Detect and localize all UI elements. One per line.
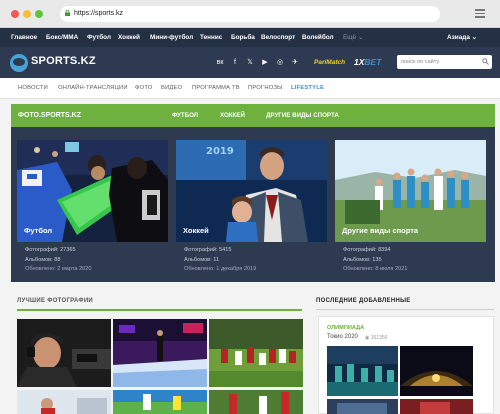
close-window-button[interactable] bbox=[11, 10, 19, 18]
search-input[interactable]: поиск по сайту bbox=[397, 55, 492, 69]
city-selector[interactable]: Азиада ⌄ bbox=[447, 28, 477, 47]
top-navigation: Главное Бокс/ММА Футбол Хоккей Мини-футб… bbox=[0, 28, 500, 47]
nav-item-wrestling[interactable]: Борьба bbox=[231, 28, 255, 47]
card-meta-hockey: Фотографий: 5415 Альбомов: 11 Обновлено:… bbox=[184, 246, 256, 275]
instagram-icon[interactable]: ◎ bbox=[276, 59, 284, 67]
card-caption: Хоккей bbox=[183, 226, 209, 235]
vk-icon[interactable]: вк bbox=[216, 59, 224, 67]
recent-title: ПОСЛЕДНИЕ ДОБАВЛЕННЫЕ bbox=[316, 298, 411, 304]
nav-item-football[interactable]: Футбол bbox=[87, 28, 111, 47]
card-caption: Другие виды спорта bbox=[342, 226, 419, 235]
address-bar[interactable]: https://sports.kz bbox=[60, 6, 440, 22]
section-navigation: НОВОСТИ ОНЛАЙН-ТРАНСЛЯЦИИ ФОТО ВИДЕО ПРО… bbox=[0, 78, 500, 99]
nav-item-more[interactable]: Ещё ⌄ bbox=[343, 28, 363, 47]
section-photo[interactable]: ФОТО bbox=[135, 78, 153, 99]
nav-item-minifootball[interactable]: Мини-футбол bbox=[150, 28, 193, 47]
category-card-hockey[interactable]: 2019 Хоккей bbox=[176, 140, 327, 242]
category-card-football[interactable]: Футбол bbox=[17, 140, 168, 242]
1xbet-logo[interactable]: 1XBET bbox=[354, 57, 381, 67]
card-caption: Футбол bbox=[24, 226, 53, 235]
section-forecasts[interactable]: ПРОГНОЗЫ bbox=[248, 78, 282, 99]
section-video[interactable]: ВИДЕО bbox=[161, 78, 182, 99]
nav-item-hockey[interactable]: Хоккей bbox=[118, 28, 140, 47]
browser-toolbar: https://sports.kz bbox=[0, 0, 500, 28]
photos-count: Фотографий: 27365 bbox=[25, 247, 76, 253]
site-logo[interactable]: SPORTS.KZ bbox=[31, 55, 96, 67]
recent-photo-thumb[interactable] bbox=[327, 399, 398, 414]
updated-date: Обновлено: 2 марта 2020 bbox=[25, 266, 92, 272]
minimize-window-button[interactable] bbox=[23, 10, 31, 18]
tab-other-sports[interactable]: ДРУГИЕ ВИДЫ СПОРТА bbox=[266, 104, 339, 127]
albums-count: Альбомов: 88 bbox=[25, 256, 61, 263]
category-card-other-sports[interactable]: Другие виды спорта bbox=[335, 140, 486, 242]
best-photo-thumb[interactable] bbox=[209, 319, 303, 387]
browser-menu-icon[interactable] bbox=[475, 9, 485, 18]
best-photo-thumb[interactable] bbox=[209, 390, 303, 414]
albums-count: Альбомов: 135 bbox=[343, 256, 382, 263]
browser-window: https://sports.kz Главное Бокс/ММА Футбо… bbox=[0, 0, 500, 414]
svg-text:2019: 2019 bbox=[206, 146, 234, 157]
chevron-down-icon: ⌄ bbox=[471, 34, 478, 41]
x-twitter-icon[interactable]: 𝕏 bbox=[246, 59, 254, 67]
recent-divider bbox=[316, 309, 494, 310]
url-text: https://sports.kz bbox=[74, 10, 124, 17]
best-photo-thumb[interactable] bbox=[17, 390, 111, 414]
photos-count: Фотографий: 5415 bbox=[184, 247, 232, 253]
search-icon[interactable] bbox=[482, 58, 489, 65]
photos-count: Фотографий: 8394 bbox=[343, 247, 391, 253]
recent-album-name[interactable]: Токио 2020 bbox=[327, 334, 358, 340]
best-photo-thumb[interactable] bbox=[113, 390, 207, 414]
youtube-icon[interactable]: ▶ bbox=[261, 59, 269, 67]
nav-item-volleyball[interactable]: Волейбол bbox=[302, 28, 334, 47]
facebook-icon[interactable]: f bbox=[231, 59, 239, 67]
card-meta-football: Фотографий: 27365 Альбомов: 88 Обновлено… bbox=[25, 246, 92, 275]
parimatch-logo[interactable]: PariMatch bbox=[314, 58, 345, 67]
telegram-icon[interactable]: ✈ bbox=[291, 59, 299, 67]
site-header: SPORTS.KZ вк f 𝕏 ▶ ◎ ✈ PariMatch 1XBET п… bbox=[0, 47, 500, 78]
best-photos-title: ЛУЧШИЕ ФОТОГРАФИИ bbox=[17, 298, 94, 304]
best-photo-thumb[interactable] bbox=[17, 319, 111, 387]
tab-hockey[interactable]: ХОККЕЙ bbox=[220, 104, 245, 127]
updated-date: Обновлено: 1 декабря 2019 bbox=[184, 266, 257, 272]
section-news[interactable]: НОВОСТИ bbox=[18, 78, 48, 99]
section-live[interactable]: ОНЛАЙН-ТРАНСЛЯЦИИ bbox=[58, 78, 128, 99]
nav-item-tennis[interactable]: Теннис bbox=[200, 28, 222, 47]
recent-photo-thumb[interactable] bbox=[400, 399, 473, 414]
nav-item-boxing[interactable]: Бокс/ММА bbox=[46, 28, 78, 47]
maximize-window-button[interactable] bbox=[35, 10, 43, 18]
best-photos-underline bbox=[17, 309, 302, 311]
card-meta-other-sports: Фотографий: 8394 Альбомов: 135 Обновлено… bbox=[343, 246, 407, 275]
photo-section-title[interactable]: ФОТО.SPORTS.KZ bbox=[18, 104, 81, 127]
recent-photo-thumb[interactable] bbox=[400, 346, 473, 396]
logo-icon[interactable] bbox=[10, 54, 28, 72]
recent-photo-thumb[interactable] bbox=[327, 346, 398, 396]
section-tv[interactable]: ПРОГРАММА ТВ bbox=[192, 78, 240, 99]
best-photo-thumb[interactable] bbox=[113, 319, 207, 387]
albums-count: Альбомов: 11 bbox=[184, 256, 220, 263]
recent-album-count: ◉ 161356 bbox=[365, 335, 388, 341]
photo-section-header: ФОТО.SPORTS.KZ ФУТБОЛ ХОККЕЙ ДРУГИЕ ВИДЫ… bbox=[11, 104, 495, 127]
tab-football[interactable]: ФУТБОЛ bbox=[172, 104, 198, 127]
updated-date: Обновлено: 8 июля 2021 bbox=[343, 266, 408, 272]
recent-album-tag[interactable]: ОЛИМПИАДА bbox=[327, 325, 364, 331]
eye-icon: ◉ bbox=[365, 335, 370, 341]
nav-item-main[interactable]: Главное bbox=[11, 28, 37, 47]
section-lifestyle[interactable]: LIFESTYLE bbox=[291, 78, 324, 99]
lock-icon bbox=[65, 10, 70, 16]
nav-item-cycling[interactable]: Велоспорт bbox=[261, 28, 295, 47]
chevron-down-icon: ⌄ bbox=[357, 34, 364, 41]
